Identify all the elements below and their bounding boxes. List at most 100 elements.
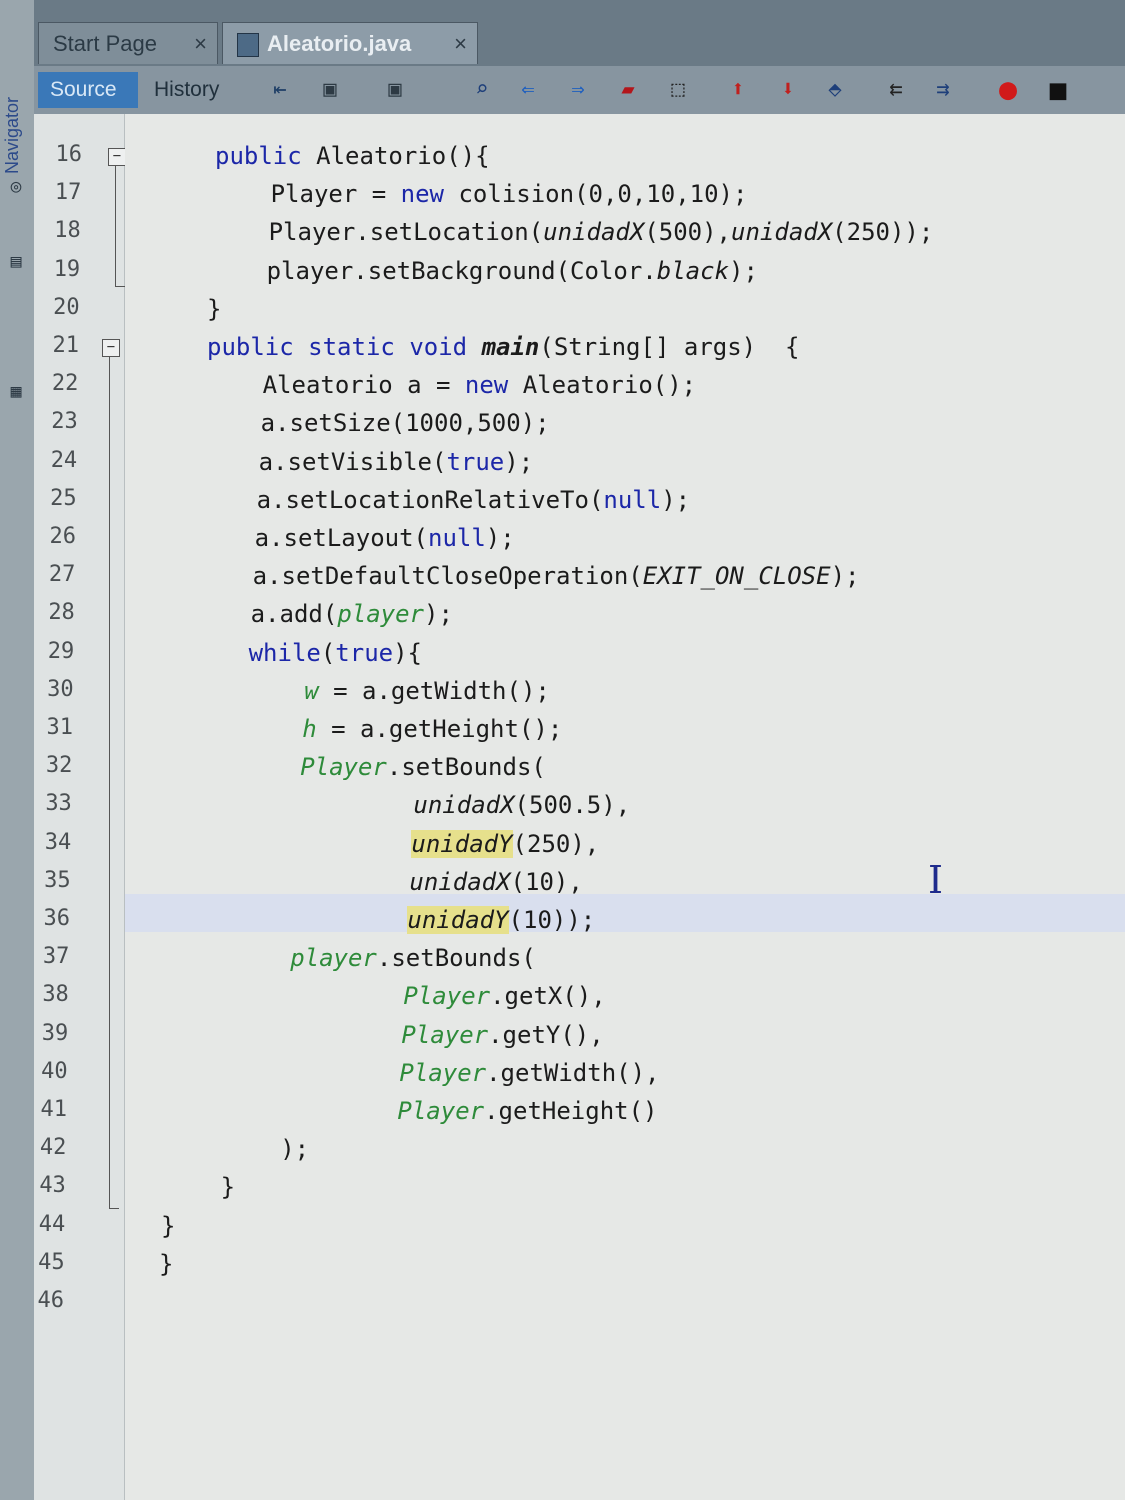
fold-end [109,1208,119,1209]
find-icon[interactable]: ⌕ [466,74,498,106]
line-number: 38 [42,982,69,1008]
previous-bookmark-icon[interactable]: ⬆ [722,74,754,106]
code-line: unidadX(500.5), [413,791,631,820]
code-line: Player = new colision(0,0,10,10); [270,180,748,209]
line-number: 20 [53,294,80,320]
line-number: 29 [47,638,75,664]
code-line: while(true){ [248,638,422,667]
line-number: 26 [49,524,77,549]
code-line: Player.getX(), [403,982,606,1011]
code-line: a.setSize(1000,500); [260,409,550,438]
line-number: 37 [42,944,70,970]
code-line: } [220,1173,236,1202]
code-line: } [161,1211,176,1240]
shift-left-icon[interactable]: ⇇ [880,74,912,106]
code-editor[interactable]: public Aleatorio(){ Player = new colision… [125,114,1125,1500]
code-line: player.setBackground(Color.black); [266,256,758,285]
line-number: 16 [55,142,83,167]
source-button[interactable]: Source [38,72,138,108]
tab-label: Aleatorio.java [267,31,412,56]
fold-guide [109,340,110,1208]
tab-start-page[interactable]: Start Page × [38,22,218,64]
last-edit-icon[interactable]: ⇤ [264,74,296,106]
code-line: public Aleatorio(){ [215,142,490,170]
fold-toggle-icon[interactable]: − [102,339,120,357]
code-line: a.add(player); [250,600,453,629]
editor-tab-bar: Start Page × Aleatorio.java × [34,0,1125,66]
line-number: 28 [48,600,75,626]
next-bookmark-icon[interactable]: ⬇ [772,74,804,106]
text-cursor-icon: I [928,858,944,902]
code-line: Player.setLocation(unidadX(500),unidadX(… [268,218,934,247]
stop-macro-icon[interactable]: ■ [1042,74,1074,106]
code-line: public static void main(String[] args) { [207,333,800,361]
toggle-highlight-icon[interactable]: ▰ [612,74,644,106]
toggle-rectangular-selection-icon[interactable]: ⬚ [662,74,694,106]
code-line: } [207,294,222,323]
forward-icon[interactable]: ▣ [379,74,411,106]
java-file-icon [237,33,259,58]
code-line: Aleatorio a = new Aleatorio(); [262,371,697,400]
line-number: 42 [39,1135,67,1161]
line-number: 46 [37,1288,65,1313]
line-number: 45 [38,1249,65,1275]
tab-aleatorio-java[interactable]: Aleatorio.java × [222,22,478,64]
line-number: 18 [54,218,81,244]
line-number: 35 [44,867,71,893]
line-number: 17 [54,180,82,206]
code-line: h = a.getHeight(); [302,715,563,743]
fold-toggle-icon[interactable]: − [108,148,126,166]
line-number: 44 [38,1211,66,1237]
code-line: w = a.getWidth(); [304,676,550,705]
code-line: a.setLayout(null); [254,524,515,552]
line-number: 39 [41,1020,69,1046]
line-number: 32 [45,753,73,779]
code-line: } [159,1249,174,1278]
line-number: 34 [44,829,72,855]
find-next-icon[interactable]: ⇒ [562,74,594,106]
line-number: 22 [51,371,79,397]
services-icon[interactable]: ◎ [4,175,28,199]
line-number: 36 [43,906,71,931]
code-line: unidadY(250), [411,829,600,858]
code-line: Player.getY(), [401,1020,604,1049]
find-previous-icon[interactable]: ⇐ [512,74,544,106]
line-number: 19 [53,256,81,282]
editor-toolbar: Source History ⇤ ▣ ▣ ⌕ ⇐ ⇒ ▰ ⬚ ⬆ ⬇ ⬘ ⇇ ⇉… [34,66,1125,116]
line-number: 23 [51,409,78,435]
line-number: 27 [48,562,76,588]
code-line: Player.getHeight() [397,1097,658,1125]
code-line: unidadY(10)); [407,906,596,934]
line-number: 24 [50,447,78,473]
line-number: 31 [46,715,74,740]
history-button[interactable]: History [142,72,242,108]
code-line: Player.getWidth(), [399,1058,660,1087]
line-number: 41 [40,1097,68,1122]
line-number: 25 [50,485,77,511]
current-line-highlight [125,894,1125,932]
back-icon[interactable]: ▣ [314,74,346,106]
shift-right-icon[interactable]: ⇉ [927,74,959,106]
tab-label: Start Page [53,31,157,56]
projects-icon[interactable]: ▦ [4,380,28,404]
code-line: unidadX(10), [409,867,583,896]
close-icon[interactable]: × [454,23,467,65]
left-side-panel: Navigator ◎ ▤ ▦ [0,0,35,1500]
line-number: 30 [47,676,74,702]
code-line: a.setLocationRelativeTo(null); [256,485,691,514]
line-number: 33 [45,791,72,817]
start-macro-icon[interactable]: ● [992,74,1024,106]
toggle-bookmark-icon[interactable]: ⬘ [819,74,851,106]
line-number: 40 [41,1058,68,1084]
line-number: 21 [52,333,80,358]
code-line: ); [280,1135,310,1164]
code-line: Player.setBounds( [300,753,546,782]
close-icon[interactable]: × [194,23,207,65]
code-line: player.setBounds( [290,944,536,973]
code-line: a.setVisible(true); [258,447,534,476]
line-number: 43 [39,1173,66,1199]
line-number-gutter: 16 17 18 19 20 21 22 23 24 25 26 27 28 29 30 31 32 33 34 35… [34,114,126,1500]
files-icon[interactable]: ▤ [4,250,28,274]
code-line: a.setDefaultCloseOperation(EXIT_ON_CLOSE… [252,562,860,591]
fold-end [115,286,125,287]
